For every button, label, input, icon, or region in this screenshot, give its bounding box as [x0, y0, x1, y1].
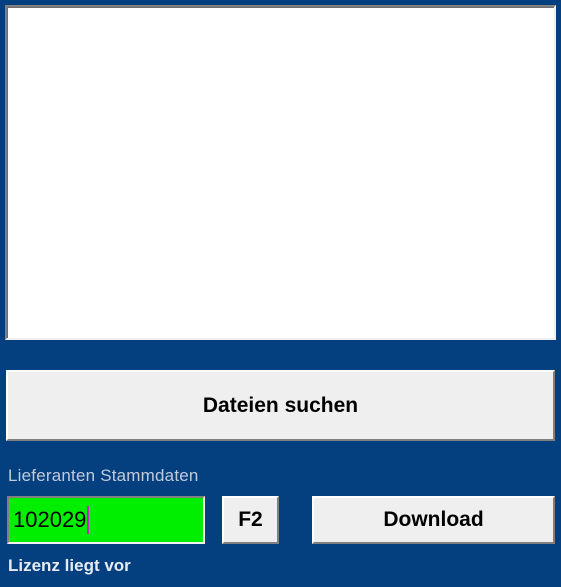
download-button[interactable]: Download	[312, 496, 555, 544]
dateien-suchen-button[interactable]: Dateien suchen	[6, 370, 555, 441]
lieferanten-stammdaten-label: Lieferanten Stammdaten	[8, 466, 199, 485]
lieferanten-nummer-input[interactable]	[7, 496, 205, 544]
download-button-label: Download	[383, 508, 484, 531]
app-window: Dateien suchen Lieferanten Stammdaten F2…	[0, 0, 561, 587]
file-list-box[interactable]	[5, 5, 556, 340]
file-list-content[interactable]	[8, 8, 553, 337]
status-message: Lizenz liegt vor	[8, 556, 131, 575]
f2-button-label: F2	[238, 508, 263, 531]
dateien-suchen-button-label: Dateien suchen	[202, 393, 359, 417]
f2-button[interactable]: F2	[222, 496, 279, 544]
